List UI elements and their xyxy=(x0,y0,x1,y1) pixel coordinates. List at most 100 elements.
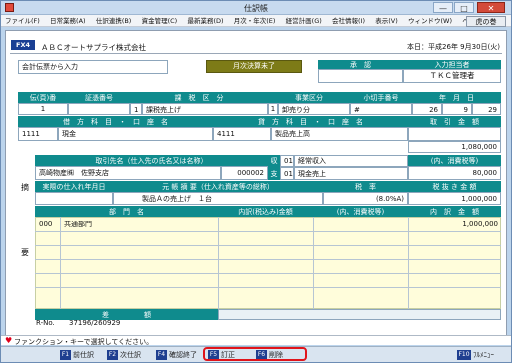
difference-header: 差 額 xyxy=(35,309,218,320)
debit-account-header: 借 方 科 目 ・ 口 座 名 xyxy=(18,116,213,127)
f10-full-menu-button[interactable]: F10 ﾌﾙﾒﾆｭｰ xyxy=(455,349,494,361)
menu-bar: ファイル(F) 日常業務(A) 仕訳連携(B) 資金管理(C) 最新業務(D) … xyxy=(1,15,511,27)
business-header: 事業区分 xyxy=(268,92,350,103)
tax-included-amount[interactable]: 80,000 xyxy=(408,166,501,180)
business-code[interactable]: 1 xyxy=(268,103,278,115)
f4-key-icon: F4 xyxy=(156,350,167,360)
tax-rate-field[interactable]: (8.0%A) xyxy=(323,192,408,205)
amount-field[interactable]: 1,080,000 xyxy=(408,141,501,153)
menu-daily[interactable]: 日常業務(A) xyxy=(46,15,90,27)
heart-icon: ♥ xyxy=(5,336,13,345)
amount-ex-field[interactable]: 1,000,000 xyxy=(408,192,501,205)
check-no-header: 小切手番号 xyxy=(350,92,412,103)
actual-date-field[interactable] xyxy=(35,192,113,205)
credit-name: 製品売上高 xyxy=(271,127,408,141)
entry-mode-field[interactable]: 会計伝票から入力 xyxy=(18,60,168,74)
menu-window[interactable]: ウィンドウ(W) xyxy=(404,15,456,27)
approval-field[interactable] xyxy=(318,69,403,83)
f1-label: 前仕訳 xyxy=(73,351,94,359)
f10-label: ﾌﾙﾒﾆｭｰ xyxy=(473,351,494,359)
amount-top-blank xyxy=(408,127,501,141)
proof-no-header: 証憑番号 xyxy=(68,92,130,103)
dept-tax-header: (内、消費税等) xyxy=(313,206,408,217)
dept-row-divider xyxy=(35,231,501,232)
maximize-button[interactable]: □ xyxy=(454,2,474,13)
tora-no-maki-button[interactable]: 虎の巻 xyxy=(466,16,506,27)
menu-funds[interactable]: 資金管理(C) xyxy=(138,15,182,27)
status-bar: ♥ ファンクション・キーで選択してください。 xyxy=(1,335,511,346)
voucher-no-field[interactable]: 1 xyxy=(18,103,68,115)
header-divider xyxy=(10,53,502,54)
tax-class-label: 課税売上げ xyxy=(142,103,268,115)
dept-header: 部 門 名 xyxy=(35,206,218,217)
breakdown-header: 内 訳 金 額 xyxy=(408,206,501,217)
menu-file[interactable]: ファイル(F) xyxy=(1,15,44,27)
receipt-mark: 収 xyxy=(268,155,280,167)
debit-code-field[interactable]: 1111 xyxy=(18,127,58,141)
date-header: 年 月 日 xyxy=(412,92,501,103)
month-field[interactable]: 9 xyxy=(442,103,472,115)
dept-breakdown-amount[interactable]: 1,000,000 xyxy=(416,221,498,228)
f2-key-icon: F2 xyxy=(107,350,118,360)
monthly-closing-button[interactable]: 月次決算未了 xyxy=(206,60,302,73)
highlight-annotation xyxy=(203,347,307,361)
difference-field xyxy=(218,309,501,320)
f4-label: 確認終了 xyxy=(169,351,197,359)
inputter-header: 入力担当者 xyxy=(403,60,501,69)
record-no-label: R-No. xyxy=(36,319,55,327)
f2-label: 次仕訳 xyxy=(120,351,141,359)
f1-key-icon: F1 xyxy=(60,350,71,360)
receipt-code[interactable]: 01 xyxy=(280,155,294,167)
dept-name: 共通部門 xyxy=(64,221,92,228)
check-no-field[interactable]: # xyxy=(350,103,412,115)
payment-code[interactable]: 01 xyxy=(280,167,294,180)
partner-code[interactable]: 000002 xyxy=(221,166,268,180)
menu-monthly[interactable]: 月次・年次(E) xyxy=(230,15,280,27)
summary-label-top: 摘 xyxy=(21,183,29,192)
payment-mark: 支 xyxy=(268,167,280,180)
dept-code[interactable]: 000 xyxy=(39,221,52,228)
tax-rate-header: 税 率 xyxy=(323,181,408,192)
close-button[interactable]: ✕ xyxy=(477,2,505,13)
menu-journal-link[interactable]: 仕訳連携(B) xyxy=(92,15,136,27)
record-no-value: 37196/260929 xyxy=(69,319,121,327)
f4-confirm-end-button[interactable]: F4 確認終了 xyxy=(154,349,197,361)
payment-label: 現金売上 xyxy=(294,167,408,180)
voucher-no-header: 伝(頁)番 xyxy=(18,92,68,103)
f1-prev-entry-button[interactable]: F1 前仕訳 xyxy=(58,349,94,361)
partner-header: 取引先名（仕入先の氏名又は名称） xyxy=(35,155,268,166)
menu-company[interactable]: 会社情報(I) xyxy=(328,15,369,27)
title-bar: 仕訳帳 — □ ✕ xyxy=(1,1,511,15)
minimize-button[interactable]: — xyxy=(433,2,453,13)
f2-next-entry-button[interactable]: F2 次仕訳 xyxy=(105,349,141,361)
journal-entry-panel: FX4 ＡＢＣオートサプライ株式会社 本日：平成26年 9月30日(火) 会計伝… xyxy=(5,30,507,340)
dept-row-divider xyxy=(35,259,501,260)
credit-account-header: 貸 方 科 目 ・ 口 座 名 xyxy=(213,116,408,127)
tax-class-code[interactable]: 1 xyxy=(130,103,142,115)
partner-name[interactable]: 高崎物産㈱ 佐野支店 xyxy=(35,166,221,180)
year-field[interactable]: 26 xyxy=(412,103,442,115)
day-field[interactable]: 29 xyxy=(472,103,501,115)
today-date: 本日：平成26年 9月30日(火) xyxy=(407,43,500,51)
ledger-desc-header: 元 帳 摘 要（仕入れ資産等の総称） xyxy=(113,181,323,192)
summary-label-bottom: 要 xyxy=(21,248,29,257)
incl-amount-header: 内訳(税込み)金額 xyxy=(218,206,313,217)
proof-no-field[interactable] xyxy=(68,103,130,115)
dept-row-divider xyxy=(35,273,501,274)
f10-key-icon: F10 xyxy=(457,350,471,360)
company-name: ＡＢＣオートサプライ株式会社 xyxy=(41,43,146,52)
summary-side: 摘 要 xyxy=(18,154,35,309)
menu-view[interactable]: 表示(V) xyxy=(371,15,402,27)
menu-latest[interactable]: 最新業務(D) xyxy=(183,15,227,27)
ledger-desc-field[interactable]: 製品Ａの売上げ １台 xyxy=(113,192,323,205)
amount-ex-header: 税 抜 き 金 額 xyxy=(408,181,501,192)
approval-header: 承 認 xyxy=(318,60,403,69)
amount-header: 取 引 金 額 xyxy=(408,116,501,127)
menu-plan[interactable]: 経営計画(G) xyxy=(282,15,326,27)
inputter-value: ＴＫＣ管理者 xyxy=(403,69,501,83)
credit-code-field[interactable]: 4111 xyxy=(213,127,271,141)
dept-row-divider xyxy=(35,245,501,246)
tax-included-header: (内、消費税等) xyxy=(408,155,501,166)
actual-date-header: 実際の仕入れ年月日 xyxy=(35,181,113,192)
dept-row-divider xyxy=(35,287,501,288)
